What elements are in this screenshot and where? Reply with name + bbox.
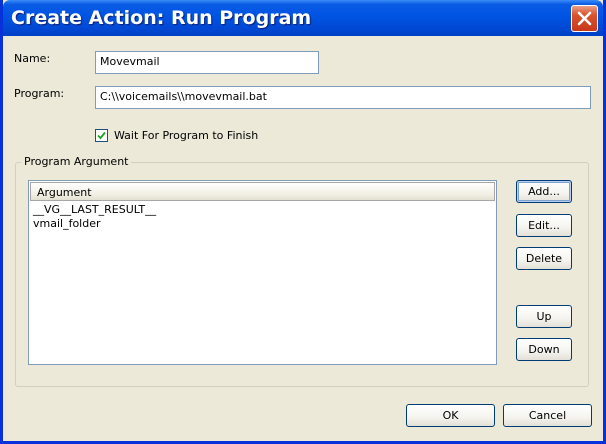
name-input[interactable]: Movevmail xyxy=(95,51,319,74)
delete-argument-button[interactable]: Delete xyxy=(516,247,572,270)
cancel-button[interactable]: Cancel xyxy=(503,404,592,427)
argument-column-header[interactable]: Argument xyxy=(30,182,495,201)
argument-list[interactable]: Argument __VG__LAST_RESULT__ vmail_folde… xyxy=(28,180,497,365)
edit-argument-button[interactable]: Edit... xyxy=(516,214,572,237)
checkmark-icon xyxy=(97,131,106,140)
program-input[interactable]: C:\\voicemails\\movevmail.bat xyxy=(95,86,591,109)
move-up-button[interactable]: Up xyxy=(516,305,572,328)
program-argument-group-title: Program Argument xyxy=(21,155,132,168)
close-icon xyxy=(577,11,592,26)
list-item[interactable]: vmail_folder xyxy=(33,217,156,231)
argument-column-header-label: Argument xyxy=(37,186,92,199)
close-button[interactable] xyxy=(571,5,598,32)
wait-for-program-checkbox-row[interactable]: Wait For Program to Finish xyxy=(95,129,258,142)
ok-button[interactable]: OK xyxy=(406,404,495,427)
move-down-button[interactable]: Down xyxy=(516,338,572,361)
program-label: Program: xyxy=(14,87,65,100)
wait-for-program-checkbox[interactable] xyxy=(95,129,108,142)
add-argument-button[interactable]: Add... xyxy=(516,180,572,203)
name-label: Name: xyxy=(14,52,51,65)
window-title: Create Action: Run Program xyxy=(11,7,312,29)
title-bar[interactable]: Create Action: Run Program xyxy=(3,0,603,36)
wait-for-program-label: Wait For Program to Finish xyxy=(114,129,259,142)
list-item[interactable]: __VG__LAST_RESULT__ xyxy=(33,203,156,217)
